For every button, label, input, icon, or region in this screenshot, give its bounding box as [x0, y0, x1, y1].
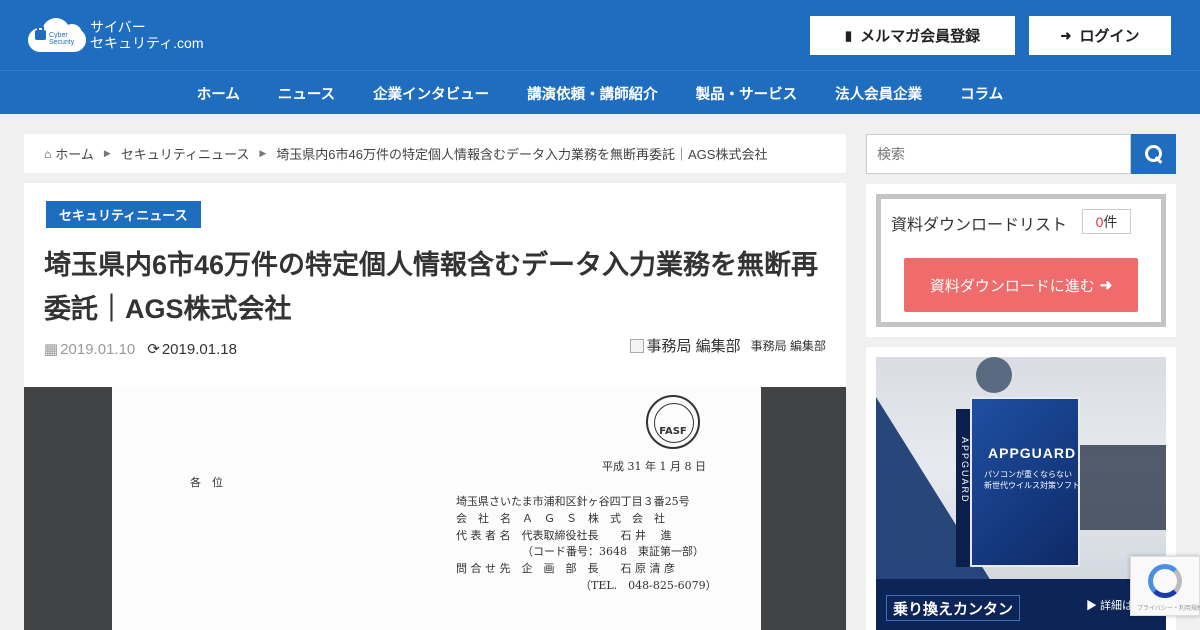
logo-text: サイバー セキュリティ.com	[90, 19, 204, 51]
updated-date: ⟳ 2019.01.18	[147, 340, 237, 358]
article: セキュリティニュース 埼玉県内6市46万件の特定個人情報含むデータ入力業務を無断…	[24, 183, 846, 630]
eyecatch-image: FASF 平成 31 年 1 月 8 日 各 位 埼玉県さいたま市浦和区針ヶ谷四…	[24, 387, 846, 630]
logo-small-text: Cyber Security	[49, 32, 75, 46]
search-form	[866, 134, 1176, 174]
doc-contact: 問 合 せ 先 企 画 部 長 石 原 清 彦	[456, 562, 675, 575]
file-icon: ▮	[844, 27, 853, 43]
doc-address: 埼玉県さいたま市浦和区針ヶ谷四丁目３番25号	[456, 495, 690, 508]
search-button[interactable]	[1131, 134, 1176, 174]
posted-date-value: 2019.01.10	[60, 341, 136, 358]
site-header: Cyber Security サイバー セキュリティ.com ▮ メルマガ会員登録…	[0, 0, 1200, 70]
doc-company: 会 社 名 Ａ Ｇ Ｓ 株 式 会 社	[456, 512, 665, 525]
download-count-number: 0	[1095, 213, 1104, 230]
download-count-unit: 件	[1103, 213, 1118, 230]
ad-banner-label: 乗り換えカンタン	[886, 595, 1021, 621]
doc-tel: （TEL. 048-825-6079）	[580, 579, 717, 592]
ad-subtitle-line-2: 新世代ウイルス対策ソフト	[984, 481, 1080, 490]
proceed-download-label: 資料ダウンロードに進む	[929, 277, 1095, 295]
breadcrumb-category[interactable]: セキュリティニュース	[121, 144, 250, 163]
breadcrumb: ⌂ ホーム ▶ セキュリティニュース ▶ 埼玉県内6市46万件の特定個人情報含む…	[24, 134, 846, 173]
download-list-widget: 資料ダウンロードリスト 0件 資料ダウンロードに進む ➜	[866, 184, 1176, 337]
fasf-logo-text: FASF	[659, 425, 687, 437]
caret-right-icon: ▶	[259, 148, 267, 158]
main-nav: ホーム ニュース 企業インタビュー 講演依頼・講師紹介 製品・サービス 法人会員…	[0, 70, 1200, 114]
person-image	[976, 357, 1012, 393]
login-label: ログイン	[1079, 28, 1140, 45]
breadcrumb-current: 埼玉県内6市46万件の特定個人情報含むデータ入力業務を無断再委託｜AGS株式会社	[276, 147, 768, 162]
recaptcha-badge[interactable]: プライバシー・利用規約	[1130, 556, 1200, 616]
ad-subtitle-line-1: パソコンが重くならない	[984, 470, 1072, 479]
nav-item-products[interactable]: 製品・サービス	[677, 83, 817, 104]
search-input[interactable]	[866, 134, 1131, 174]
category-badge[interactable]: セキュリティニュース	[46, 201, 201, 228]
updated-date-value: 2019.01.18	[161, 341, 237, 358]
proceed-download-button[interactable]: 資料ダウンロードに進む ➜	[904, 258, 1138, 312]
download-count: 0件	[1082, 209, 1131, 234]
broken-image-icon	[630, 338, 645, 353]
nav-item-home[interactable]: ホーム	[178, 83, 259, 104]
refresh-icon: ⟳	[147, 341, 160, 358]
ad-subtitle: パソコンが重くならない 新世代ウイルス対策ソフト	[984, 469, 1080, 491]
fasf-logo: FASF	[646, 395, 700, 449]
arrow-right-icon: ➜	[1099, 277, 1113, 294]
recaptcha-icon	[1148, 564, 1182, 598]
logo-line-2: セキュリティ.com	[90, 35, 204, 51]
lock-icon	[35, 24, 46, 40]
nav-item-column[interactable]: コラム	[941, 83, 1022, 104]
nav-item-interview[interactable]: 企業インタビュー	[354, 83, 508, 104]
caret-right-icon: ▶	[103, 148, 111, 158]
doc-addressee: 各 位	[190, 476, 223, 489]
sign-in-icon: ➜	[1060, 27, 1072, 43]
home-icon: ⌂	[44, 146, 52, 161]
newsletter-signup-button[interactable]: ▮ メルマガ会員登録	[810, 16, 1015, 55]
nav-item-members[interactable]: 法人会員企業	[816, 83, 941, 104]
author-info: 事務局 編集部 事務局 編集部	[630, 335, 826, 356]
author-name[interactable]: 事務局 編集部	[751, 337, 826, 354]
logo-line-1: サイバー	[90, 19, 146, 35]
login-button[interactable]: ➜ ログイン	[1029, 16, 1171, 55]
nav-item-lecture[interactable]: 講演依頼・講師紹介	[508, 83, 677, 104]
doc-code: （コード番号：3648 東証第一部）	[522, 545, 704, 558]
posted-date: ▦ 2019.01.10	[44, 340, 135, 358]
search-icon	[1144, 145, 1163, 163]
doc-representative: 代 表 者 名 代表取締役社長 石 井 進	[456, 529, 672, 542]
doc-date: 平成 31 年 1 月 8 日	[602, 460, 706, 473]
site-logo[interactable]: Cyber Security サイバー セキュリティ.com	[28, 16, 204, 54]
breadcrumb-home[interactable]: ホーム	[55, 144, 94, 163]
download-list-frame: 資料ダウンロードリスト 0件 資料ダウンロードに進む ➜	[876, 194, 1166, 327]
article-meta: ▦ 2019.01.10 ⟳ 2019.01.18	[44, 340, 237, 358]
article-title: 埼玉県内6市46万件の特定個人情報含むデータ入力業務を無断再委託｜AGS株式会社	[44, 250, 819, 324]
author-avatar-alt: 事務局 編集部	[646, 338, 741, 355]
ad-brand-vertical: APPGUARD	[960, 437, 970, 504]
nav-item-news[interactable]: ニュース	[259, 83, 354, 104]
author-avatar: 事務局 編集部	[630, 335, 741, 356]
calendar-icon: ▦	[44, 341, 59, 358]
newsletter-signup-label: メルマガ会員登録	[860, 28, 981, 45]
ad-brand: APPGUARD	[988, 445, 1077, 461]
cloud-lock-icon: Cyber Security	[28, 16, 86, 54]
download-list-title: 資料ダウンロードリスト	[891, 217, 1068, 234]
appguard-ad-banner[interactable]: APPGUARD APPGUARD パソコンが重くならない 新世代ウイルス対策ソ…	[876, 357, 1166, 630]
press-release-document: FASF 平成 31 年 1 月 8 日 各 位 埼玉県さいたま市浦和区針ヶ谷四…	[112, 387, 761, 630]
recaptcha-text: プライバシー・利用規約	[1137, 606, 1200, 612]
ad-overlay	[1080, 445, 1166, 530]
